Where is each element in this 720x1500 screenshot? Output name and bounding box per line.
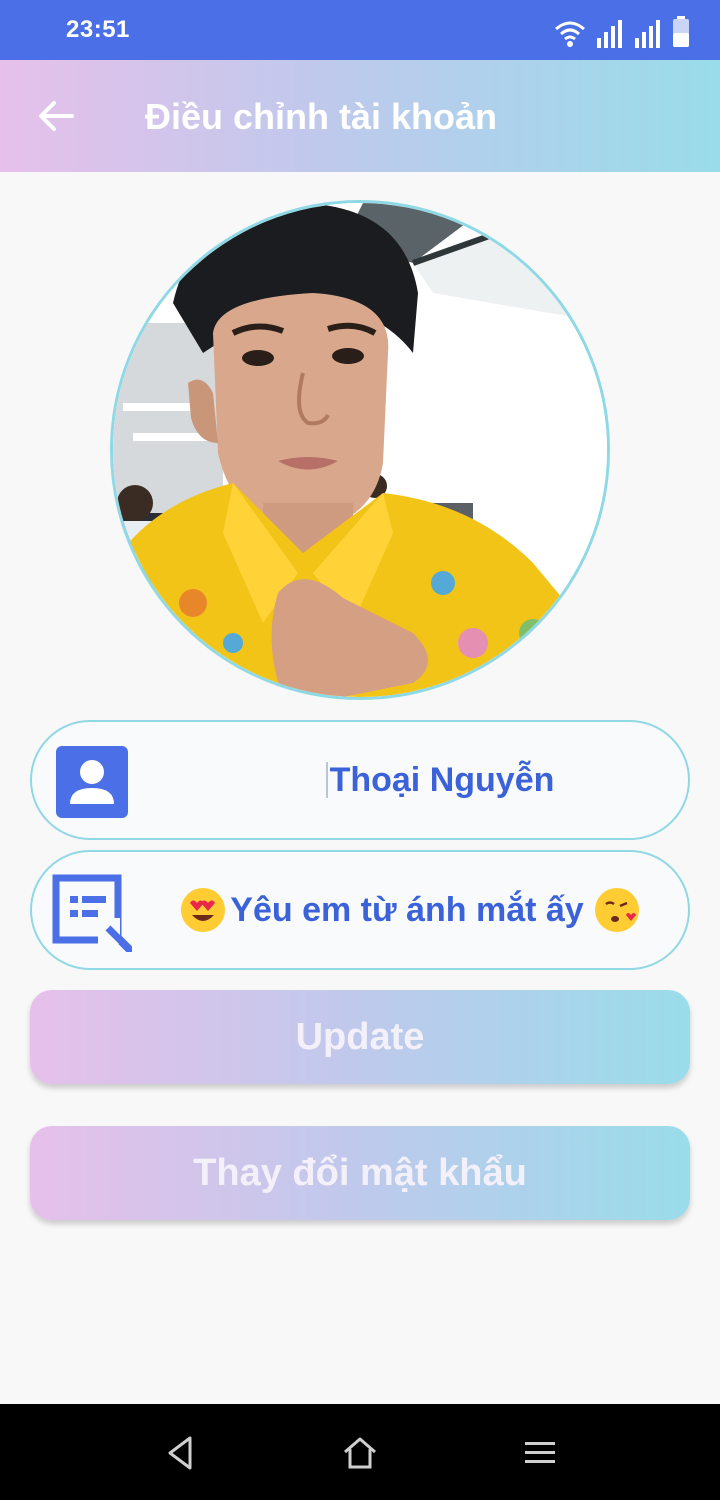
status-icons	[554, 12, 690, 48]
status-bar: 23:51	[0, 0, 720, 60]
change-password-button[interactable]: Thay đổi mật khẩu	[30, 1126, 690, 1220]
name-field[interactable]: Thoại Nguyễn	[30, 720, 690, 840]
status-field[interactable]: Yêu em từ ánh mắt ấy	[30, 850, 690, 970]
menu-icon	[525, 1442, 555, 1463]
back-triangle-icon	[168, 1436, 192, 1470]
change-password-button-label: Thay đổi mật khẩu	[193, 1151, 527, 1194]
nav-home-button[interactable]	[335, 1428, 385, 1478]
status-value: Yêu em từ ánh mắt ấy	[230, 890, 584, 929]
profile-avatar[interactable]	[110, 200, 610, 700]
arrow-left-icon	[39, 101, 74, 131]
name-value: Thoại Nguyễn	[329, 760, 555, 799]
update-button-label: Update	[295, 1015, 425, 1058]
home-icon	[344, 1437, 376, 1469]
edit-list-icon	[52, 874, 132, 952]
nav-back-button[interactable]	[155, 1428, 205, 1478]
text-caret	[325, 762, 328, 798]
update-button[interactable]: Update	[30, 990, 690, 1084]
nav-menu-button[interactable]	[515, 1428, 565, 1478]
contact-card-icon	[56, 746, 128, 818]
system-nav-bar	[0, 1404, 720, 1500]
signal-icon	[597, 20, 622, 48]
profile-photo	[113, 203, 607, 697]
wifi-icon	[555, 21, 585, 47]
signal-icon	[635, 20, 660, 48]
status-input[interactable]: Yêu em từ ánh mắt ấy	[152, 852, 668, 968]
heart-eyes-emoji-icon	[181, 888, 226, 932]
kissing-heart-emoji-icon	[594, 888, 639, 932]
app-bar: Điều chỉnh tài khoản	[0, 60, 720, 172]
page-title: Điều chỉnh tài khoản	[145, 96, 498, 137]
name-input[interactable]: Thoại Nguyễn	[282, 722, 598, 838]
status-time: 23:51	[66, 16, 130, 43]
battery-icon	[673, 16, 689, 47]
back-button[interactable]	[28, 88, 84, 144]
